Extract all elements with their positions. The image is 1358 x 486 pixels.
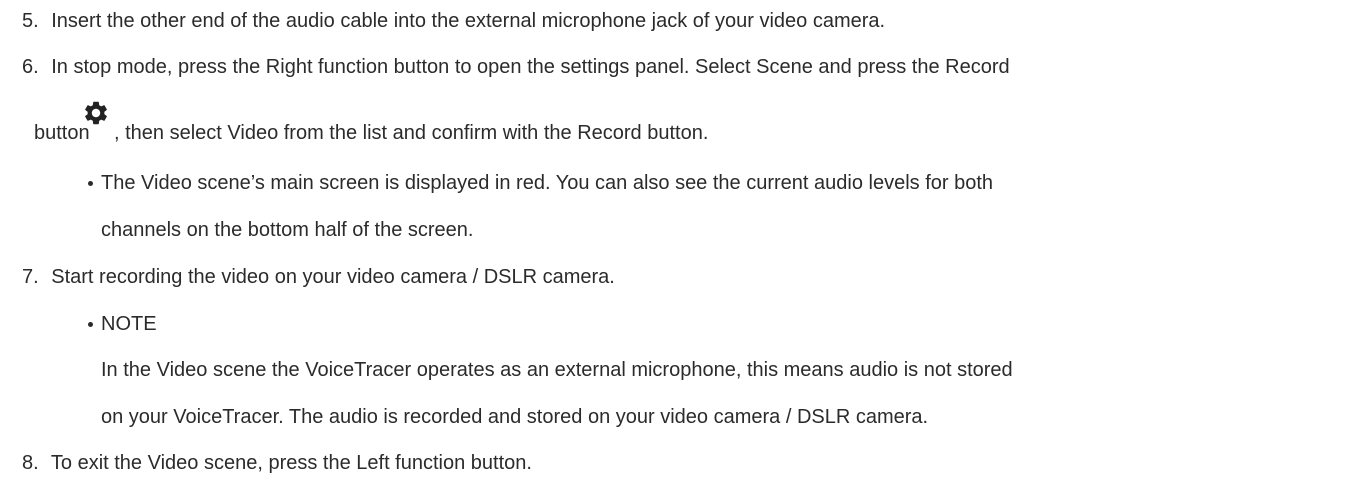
step-6-bullet-line1: The Video scene’s main screen is display…	[101, 172, 994, 194]
document-page: 5. Insert the other end of the audio cab…	[0, 0, 1358, 486]
note-line1: In the Video scene the VoiceTracer opera…	[101, 359, 1013, 381]
step-6-bullet-line2: channels on the bottom half of the scree…	[101, 219, 474, 241]
step-6: 6. In stop mode, press the Right functio…	[22, 55, 1010, 79]
step-5: 5. Insert the other end of the audio cab…	[22, 9, 885, 33]
bullet-dot	[88, 181, 93, 186]
step-number: 6.	[22, 56, 39, 78]
step-number: 7.	[22, 266, 39, 288]
step-7: 7. Start recording the video on your vid…	[22, 265, 615, 289]
step-number: 8.	[22, 452, 39, 474]
step-text: Insert the other end of the audio cable …	[51, 10, 886, 32]
step-number: 5.	[22, 10, 39, 32]
bullet-dot	[88, 322, 93, 327]
note-line2: on your VoiceTracer. The audio is record…	[101, 406, 929, 428]
step-8: 8. To exit the Video scene, press the Le…	[22, 451, 532, 475]
gear-icon	[85, 101, 107, 125]
step-text: Start recording the video on your video …	[51, 266, 615, 288]
note-label: NOTE	[101, 313, 157, 335]
step-text: In stop mode, press the Right function b…	[51, 56, 1010, 78]
step-text: To exit the Video scene, press the Left …	[50, 452, 532, 474]
step-6-line2-after: , then select Video from the list and co…	[114, 122, 709, 144]
